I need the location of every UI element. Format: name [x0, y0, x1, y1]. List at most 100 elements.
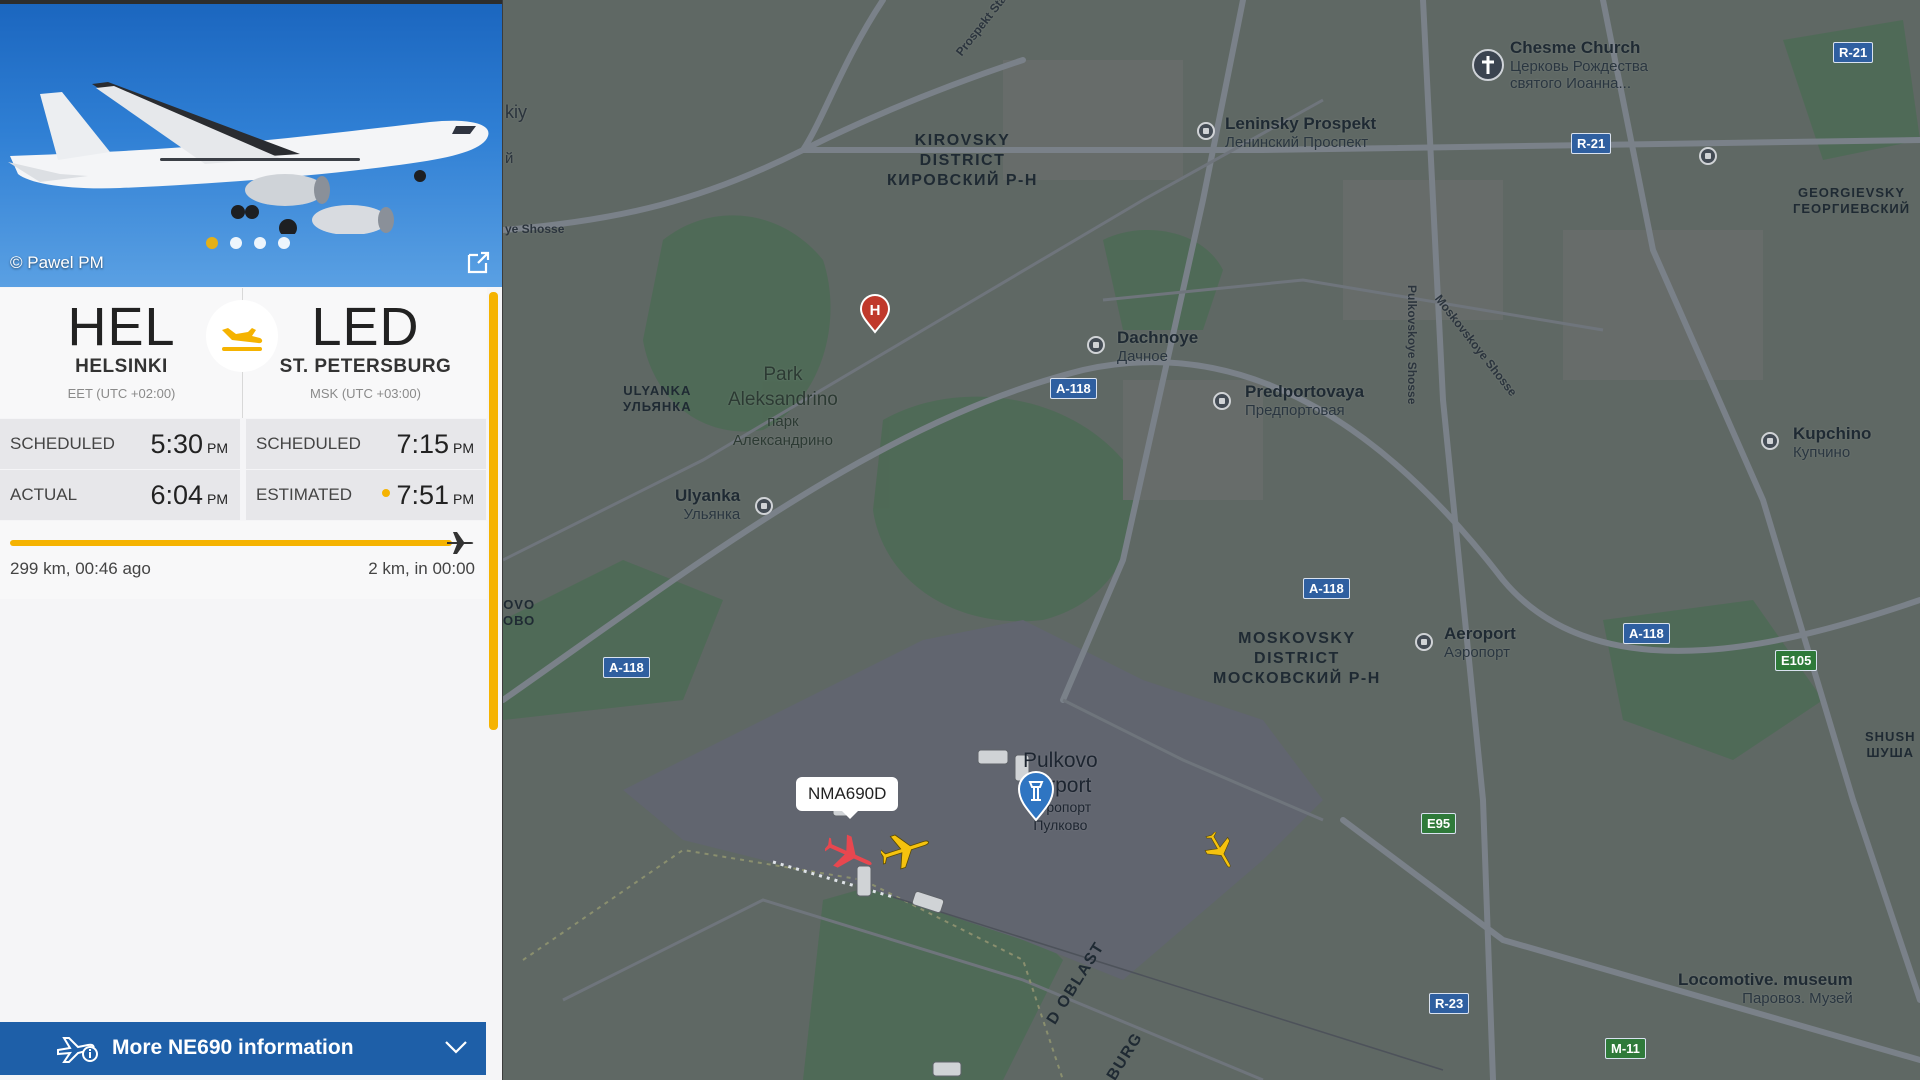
- label-subtext: Купчино: [1793, 444, 1851, 461]
- road-shield: A-118: [603, 657, 650, 678]
- photo-carousel-dots[interactable]: [206, 237, 290, 249]
- district-line: GEORGIEVSKY: [1798, 185, 1906, 200]
- district-line: DISTRICT: [1254, 650, 1340, 667]
- label-text: Leninsky Prospekt: [1225, 114, 1377, 133]
- metro-icon[interactable]: [1699, 147, 1717, 165]
- arrival-scheduled: SCHEDULED 7:15 PM: [246, 419, 486, 469]
- metro-icon[interactable]: [1761, 432, 1779, 450]
- actual-times-row: ACTUAL 6:04 PM ESTIMATED 7:51 PM: [0, 470, 487, 520]
- selected-aircraft-icon[interactable]: [825, 832, 877, 878]
- label-text: Dachnoye: [1117, 328, 1199, 347]
- arrival-estimated: ESTIMATED 7:51 PM: [246, 470, 486, 520]
- district-line: УЛЬЯНКА: [623, 399, 692, 414]
- map-label-aeroport[interactable]: Aeroport Аэропорт: [1444, 624, 1516, 661]
- district-label-ulyanka: ULYANKA УЛЬЯНКА: [623, 383, 692, 415]
- time-ampm: PM: [207, 491, 228, 507]
- departure-airport[interactable]: HEL HELSINKI EET (UTC +02:00): [0, 288, 243, 418]
- map-edge-label: й: [505, 150, 514, 167]
- aircraft-callsign-label[interactable]: NMA690D: [796, 777, 899, 819]
- departure-city: HELSINKI: [75, 356, 168, 377]
- progress-bar: [10, 540, 452, 546]
- departure-scheduled-time: 5:30 PM: [150, 429, 228, 460]
- metro-icon[interactable]: [1197, 122, 1215, 140]
- district-line: КИРОВСКИЙ Р-Н: [887, 172, 1038, 189]
- carousel-dot[interactable]: [278, 237, 290, 249]
- time-ampm: PM: [207, 440, 228, 456]
- map-label-leninsky-prospekt[interactable]: Leninsky Prospekt Ленинский Проспект: [1225, 114, 1376, 151]
- label-subtext: Александрино: [732, 432, 833, 449]
- label-text: Ulyanka: [675, 486, 741, 505]
- map-label-predportovaya[interactable]: Predportovaya Предпортовая: [1245, 382, 1364, 419]
- metro-icon[interactable]: [1087, 336, 1105, 354]
- map-label-dachnoye[interactable]: Dachnoye Дачное: [1117, 328, 1198, 365]
- map-label-park-aleksandrino[interactable]: Park Aleksandrino парк Александрино: [728, 362, 838, 450]
- more-flight-info-button[interactable]: More NE690 information: [0, 1022, 486, 1075]
- arrival-estimated-label: ESTIMATED: [256, 485, 353, 504]
- map-label-locomotive-museum[interactable]: Locomotive. museum Паровоз. Музей: [1678, 970, 1853, 1007]
- label-text: Park: [763, 364, 803, 385]
- road-shield: A-118: [1623, 623, 1670, 644]
- road-shield: A-118: [1303, 578, 1350, 599]
- arrival-airport[interactable]: LED ST. PETERSBURG MSK (UTC +03:00): [244, 288, 487, 418]
- road-shield: A-118: [1050, 378, 1097, 399]
- more-info-label: More NE690 information: [112, 1036, 354, 1059]
- flight-progress: 299 km, 00:46 ago 2 km, in 00:00: [0, 521, 487, 599]
- road-label-shosse: ye Shosse: [505, 222, 565, 236]
- road-label-pulkovskoye: Pulkovskoye Shosse: [1405, 285, 1419, 405]
- departure-timezone: EET (UTC +02:00): [67, 386, 176, 401]
- time-value: 7:15: [396, 429, 449, 459]
- road-shield: R-21: [1833, 42, 1874, 63]
- departure-scheduled: SCHEDULED 5:30 PM: [0, 419, 240, 469]
- chevron-down-icon: [445, 1041, 467, 1054]
- label-subtext: Церковь Рождества: [1510, 58, 1648, 75]
- label-text: Chesme Church: [1510, 38, 1641, 57]
- metro-icon[interactable]: [1213, 392, 1231, 410]
- airport-marker-icon[interactable]: [1016, 770, 1056, 822]
- aircraft-photo[interactable]: © Pawel PM: [0, 0, 502, 287]
- carousel-dot[interactable]: [254, 237, 266, 249]
- departure-actual-label: ACTUAL: [10, 485, 78, 504]
- hospital-marker-icon[interactable]: H: [859, 294, 891, 334]
- carousel-dot[interactable]: [230, 237, 242, 249]
- flight-map[interactable]: Chesme Church Церковь Рождества святого Ио…: [503, 0, 1920, 1080]
- road-shield: R-21: [1571, 133, 1612, 154]
- flight-info-panel: © Pawel PM HEL HELSINKI EET (UTC +02:00)…: [0, 0, 503, 1080]
- external-link-icon[interactable]: [464, 249, 492, 277]
- arrival-code: LED: [311, 297, 420, 357]
- photo-credit[interactable]: © Pawel PM: [10, 253, 104, 273]
- label-subtext: Дачное: [1117, 348, 1168, 365]
- district-line: ШУША: [1866, 745, 1915, 760]
- road-shield: R-23: [1429, 993, 1470, 1014]
- metro-icon[interactable]: [1415, 633, 1433, 651]
- label-subtext: святого Иоанна...: [1510, 75, 1631, 92]
- district-line: ULYANKA: [623, 383, 692, 398]
- map-edge-label: kiy: [505, 102, 527, 122]
- label-subtext: Ленинский Проспект: [1225, 134, 1369, 151]
- time-value: 7:51: [396, 480, 449, 510]
- label-subtext: Паровоз. Музей: [1742, 990, 1853, 1007]
- label-subtext: Предпортовая: [1245, 402, 1345, 419]
- aircraft-icon[interactable]: [881, 826, 933, 872]
- map-label-ulyanka[interactable]: Ulyanka Ульянка: [675, 486, 740, 523]
- plane-icon: [447, 532, 474, 554]
- arrival-city: ST. PETERSBURG: [279, 356, 452, 377]
- district-line: МОСКОВСКИЙ Р-Н: [1213, 670, 1381, 687]
- label-text: Aeroport: [1444, 624, 1516, 643]
- distance-remaining: 2 km, in 00:00: [368, 559, 475, 578]
- district-label-shushary: SHUSH ШУША: [1865, 729, 1916, 761]
- label-text: Aleksandrino: [728, 389, 838, 410]
- carousel-dot[interactable]: [206, 237, 218, 249]
- panel-scrollbar[interactable]: [489, 292, 498, 730]
- flight-info-icon: [57, 1037, 98, 1063]
- map-label-chesme-church[interactable]: Chesme Church Церковь Рождества святого Ио…: [1510, 38, 1648, 92]
- metro-icon[interactable]: [755, 497, 773, 515]
- arrival-timezone: MSK (UTC +03:00): [310, 386, 421, 401]
- aircraft-icon[interactable]: [1201, 832, 1241, 872]
- district-label-georgievsky: GEORGIEVSKY ГЕОРГИЕВСКИЙ: [1793, 185, 1910, 217]
- time-ampm: PM: [453, 491, 474, 507]
- district-line: SHUSH: [1865, 729, 1916, 744]
- church-icon[interactable]: [1471, 48, 1505, 82]
- district-line: ОВО: [503, 613, 536, 628]
- map-label-kupchino[interactable]: Kupchino Купчино: [1793, 424, 1871, 461]
- district-line: DISTRICT: [919, 152, 1006, 169]
